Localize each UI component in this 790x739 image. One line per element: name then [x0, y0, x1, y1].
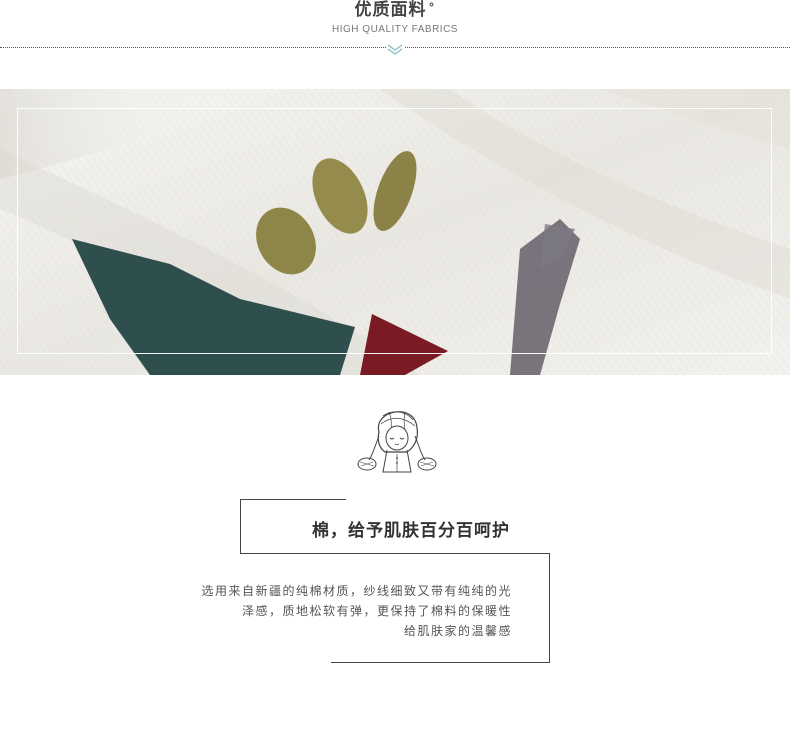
feature-description-line: 泽感，质地松软有弹，更保持了棉料的保暖性: [241, 604, 512, 618]
photo-frame: [17, 108, 772, 354]
frame-right-line: [549, 553, 550, 663]
frame-bottom-line: [331, 662, 550, 663]
feature-description-line: 给肌肤家的温馨感: [403, 624, 512, 638]
feature-headline: 棉，给予肌肤百分百呵护: [312, 521, 510, 541]
section-title: 优质面料 °: [0, 0, 790, 20]
double-chevron-down-icon: [386, 42, 404, 56]
girl-illustration-icon: [357, 411, 437, 473]
feature-description-line: 选用来自新疆的纯棉材质，纱线细致又带有纯纯的光: [201, 584, 512, 598]
section-subtitle: HIGH QUALITY FABRICS: [332, 24, 458, 35]
frame-divider-line: [240, 553, 550, 554]
title-degree-mark: °: [428, 1, 436, 15]
feature-description: 选用来自新疆的纯棉材质，纱线细致又带有纯纯的光 泽感，质地松软有弹，更保持了棉料…: [150, 581, 512, 641]
section-header: 优质面料 ° HIGH QUALITY FABRICS: [0, 0, 790, 60]
section-title-text: 优质面料: [354, 0, 427, 20]
